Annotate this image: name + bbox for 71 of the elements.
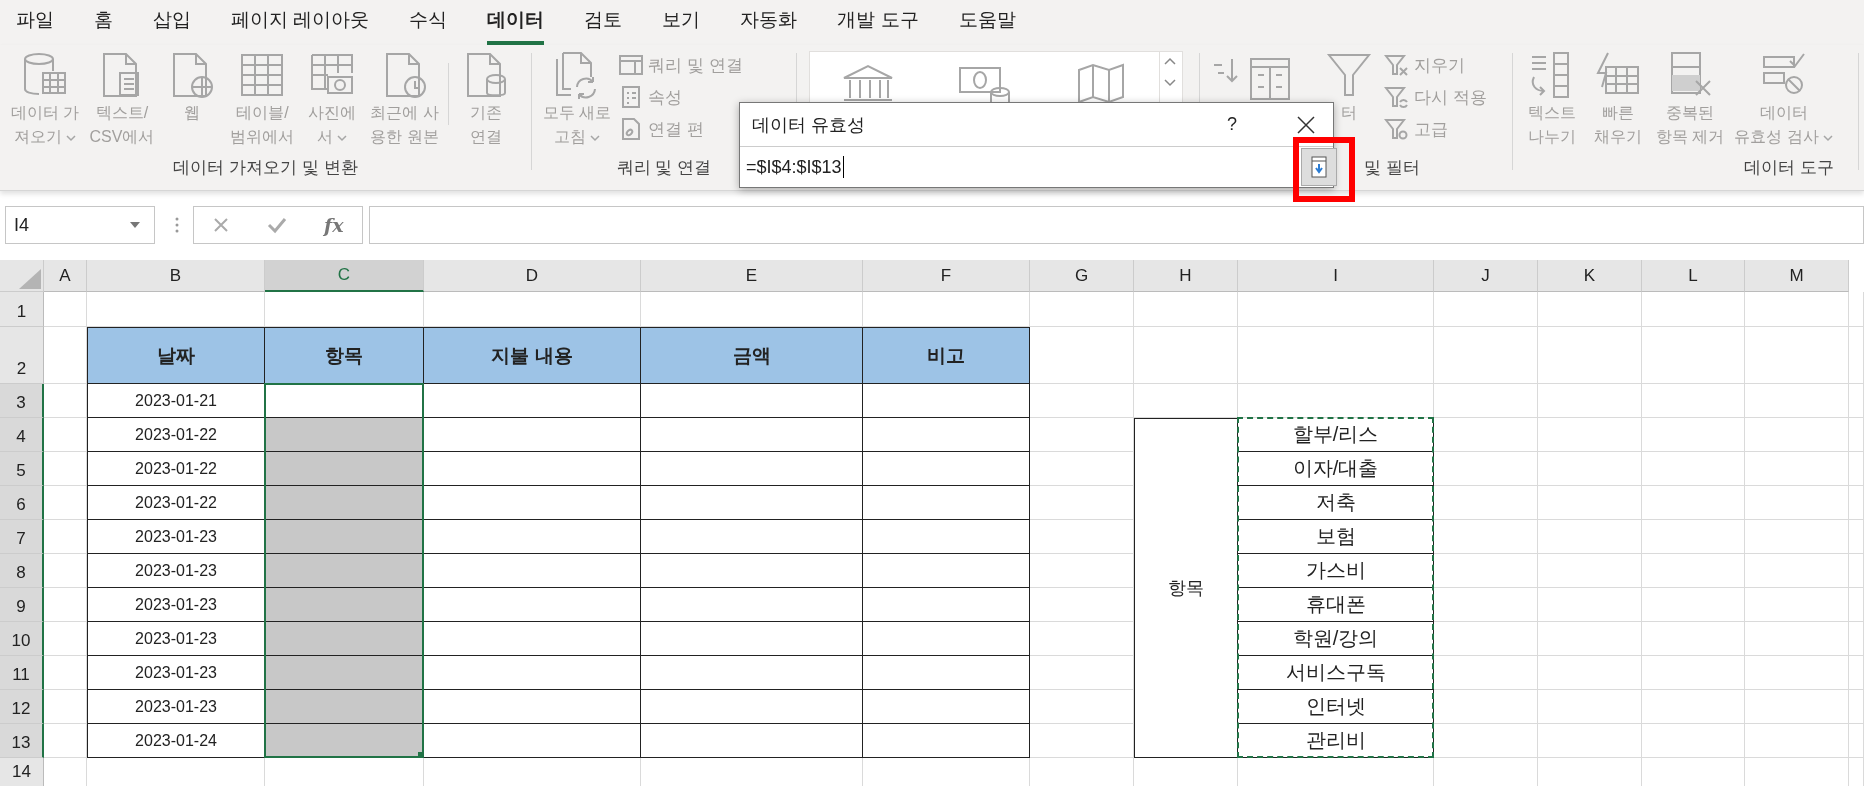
- date-cell: 2023-01-23: [87, 554, 265, 588]
- ribbon-tab[interactable]: 페이지 레이아웃: [231, 0, 370, 45]
- date-cell: 2023-01-23: [87, 656, 265, 690]
- dialog-title: 데이터 유효성: [752, 113, 866, 137]
- date-cell: 2023-01-23: [87, 520, 265, 554]
- date-cell: 2023-01-23: [87, 690, 265, 724]
- row-header[interactable]: 14: [0, 758, 44, 786]
- ribbon-group-label: 데이터 도구: [1744, 158, 1834, 177]
- column-header[interactable]: K: [1538, 260, 1642, 292]
- row-header[interactable]: 11: [0, 656, 44, 690]
- column-header[interactable]: L: [1642, 260, 1745, 292]
- help-button[interactable]: ?: [1227, 114, 1237, 135]
- name-box[interactable]: I4: [5, 206, 155, 244]
- ribbon-tab[interactable]: 삽입: [153, 0, 191, 45]
- list-cell: 인터넷: [1238, 690, 1434, 724]
- list-cell: 이자/대출: [1238, 452, 1434, 486]
- column-header[interactable]: D: [424, 260, 641, 292]
- row-header[interactable]: 5: [0, 452, 44, 486]
- date-cell: 2023-01-23: [87, 588, 265, 622]
- row-header[interactable]: 8: [0, 554, 44, 588]
- row-header[interactable]: 9: [0, 588, 44, 622]
- row-header[interactable]: 2: [0, 327, 44, 384]
- column-header[interactable]: F: [863, 260, 1030, 292]
- ribbon-tab[interactable]: 보기: [662, 0, 701, 45]
- ribbon-group-label: 쿼리 및 연결: [616, 158, 712, 177]
- ribbon-tab[interactable]: 도움말: [958, 0, 1016, 45]
- list-cell: 가스비: [1238, 554, 1434, 588]
- table-header-cell: 날짜: [87, 327, 265, 384]
- ribbon-tab[interactable]: 검토: [584, 0, 623, 45]
- column-header[interactable]: B: [87, 260, 265, 292]
- row-header[interactable]: 4: [0, 418, 44, 452]
- table-header-cell: 비고: [863, 327, 1030, 384]
- date-cell: 2023-01-22: [87, 452, 265, 486]
- ribbon-group-label: 및 필터: [1364, 158, 1420, 177]
- column-header[interactable]: C: [265, 260, 424, 292]
- ribbon-group-label: 데이터 가져오기 및 변환: [173, 158, 358, 177]
- table-header-cell: 금액: [641, 327, 863, 384]
- column-header[interactable]: G: [1030, 260, 1134, 292]
- list-cell: 휴대폰: [1238, 588, 1434, 622]
- date-cell: 2023-01-23: [87, 622, 265, 656]
- row-header[interactable]: 12: [0, 690, 44, 724]
- date-cell: 2023-01-21: [87, 384, 265, 418]
- insert-function-button[interactable]: fx: [324, 214, 344, 236]
- row-header[interactable]: 7: [0, 520, 44, 554]
- column-header[interactable]: E: [641, 260, 863, 292]
- row-header[interactable]: 13: [0, 724, 44, 758]
- row-header[interactable]: 3: [0, 384, 44, 418]
- row-header[interactable]: 1: [0, 292, 44, 327]
- row-header[interactable]: 10: [0, 622, 44, 656]
- cell-reference: I4: [14, 214, 29, 236]
- list-cell: 보험: [1238, 520, 1434, 554]
- date-cell: 2023-01-24: [87, 724, 265, 758]
- list-cell: 서비스구독: [1238, 656, 1434, 690]
- range-input[interactable]: =$I$4:$I$13: [740, 149, 1289, 185]
- ribbon-tab[interactable]: 홈: [94, 0, 113, 45]
- ribbon-tab[interactable]: 자동화: [740, 0, 798, 45]
- merged-label-cell: 항목: [1134, 418, 1238, 758]
- date-cell: 2023-01-22: [87, 486, 265, 520]
- ribbon-tab[interactable]: 개발 도구: [837, 0, 919, 45]
- list-cell: 학원/강의: [1238, 622, 1434, 656]
- column-header[interactable]: J: [1434, 260, 1538, 292]
- column-header[interactable]: A: [44, 260, 87, 292]
- column-header[interactable]: I: [1238, 260, 1434, 292]
- date-cell: 2023-01-22: [87, 418, 265, 452]
- table-header-cell: 지불 내용: [424, 327, 641, 384]
- table-header-cell: 항목: [265, 327, 424, 384]
- ribbon-tab[interactable]: 수식: [409, 0, 448, 45]
- ribbon-tab[interactable]: 파일: [16, 0, 54, 45]
- column-header[interactable]: H: [1134, 260, 1238, 292]
- row-header[interactable]: 6: [0, 486, 44, 520]
- column-header[interactable]: M: [1745, 260, 1849, 292]
